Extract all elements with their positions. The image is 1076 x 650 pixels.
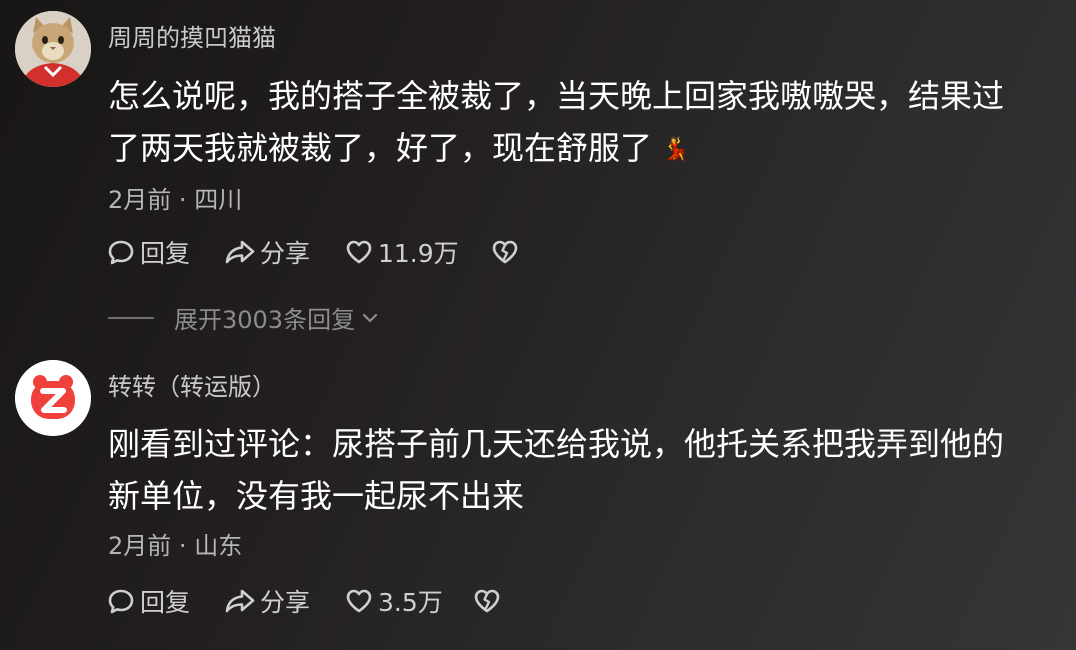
dancer-emoji: 💃 (662, 137, 690, 162)
share-icon (225, 589, 255, 613)
reply-label: 回复 (140, 239, 191, 268)
expand-replies-button[interactable]: 展开3003条回复 (108, 300, 379, 335)
avatar-cat[interactable] (15, 11, 91, 87)
like-count: 11.9万 (378, 239, 459, 268)
dislike-button[interactable] (490, 237, 520, 267)
comment-meta: 2月前 · 四川 (108, 180, 242, 215)
share-label: 分享 (260, 239, 311, 268)
heart-icon (346, 240, 372, 264)
share-button[interactable]: 分享 (224, 234, 344, 270)
meta-separator: · (178, 186, 187, 214)
reply-label: 回复 (140, 588, 191, 617)
like-button[interactable]: 11.9万 (344, 234, 490, 270)
comment-time: 2月前 (108, 186, 172, 214)
comment-text-line: 新单位，没有我一起尿不出来 (108, 477, 525, 515)
comment-location: 四川 (194, 186, 243, 214)
expand-replies-label: 展开3003条回复 (174, 306, 356, 334)
comment-username[interactable]: 转转（转运版） (108, 367, 276, 402)
comment-text-line: 怎么说呢，我的搭子全被裁了，当天晚上回家我嗷嗷哭，结果过 (108, 77, 1005, 115)
share-label: 分享 (260, 588, 311, 617)
comment-time: 2月前 (108, 532, 172, 560)
reply-icon (108, 240, 134, 265)
comment-text-line: 刚看到过评论：尿搭子前几天还给我说，他托关系把我弄到他的 (108, 425, 1005, 463)
comment-actions: 回复 分享 3.5万 (106, 583, 502, 619)
comment-username[interactable]: 周周的摸凹猫猫 (108, 18, 276, 53)
reply-button[interactable]: 回复 (106, 583, 224, 619)
broken-heart-icon (492, 240, 518, 264)
share-icon (225, 240, 255, 264)
meta-separator: · (178, 532, 187, 560)
cat-avatar-icon (15, 11, 91, 87)
reply-icon (108, 589, 134, 614)
comment-location: 山东 (194, 532, 243, 560)
heart-icon (346, 589, 372, 613)
comment-text-line: 了两天我就被裁了，好了，现在舒服了 💃 (108, 122, 1058, 176)
comment-actions: 回复 分享 11.9万 (106, 234, 520, 270)
avatar-zhuanzhuan[interactable] (15, 360, 91, 436)
share-button[interactable]: 分享 (224, 583, 344, 619)
divider-dash (108, 316, 154, 319)
like-button[interactable]: 3.5万 (344, 583, 472, 619)
zhuanzhuan-logo-icon (15, 360, 91, 436)
like-count: 3.5万 (378, 588, 443, 617)
comment-text: 刚看到过评论：尿搭子前几天还给我说，他托关系把我弄到他的 新单位，没有我一起尿不… (108, 418, 1058, 522)
comment-text-segment: 了两天我就被裁了，好了，现在舒服了 (108, 129, 653, 167)
broken-heart-icon (474, 589, 500, 613)
comment-meta: 2月前 · 山东 (108, 526, 242, 561)
comment-text: 怎么说呢，我的搭子全被裁了，当天晚上回家我嗷嗷哭，结果过 了两天我就被裁了，好了… (108, 70, 1058, 176)
dislike-button[interactable] (472, 586, 502, 616)
reply-button[interactable]: 回复 (106, 234, 224, 270)
chevron-down-icon (362, 313, 378, 322)
